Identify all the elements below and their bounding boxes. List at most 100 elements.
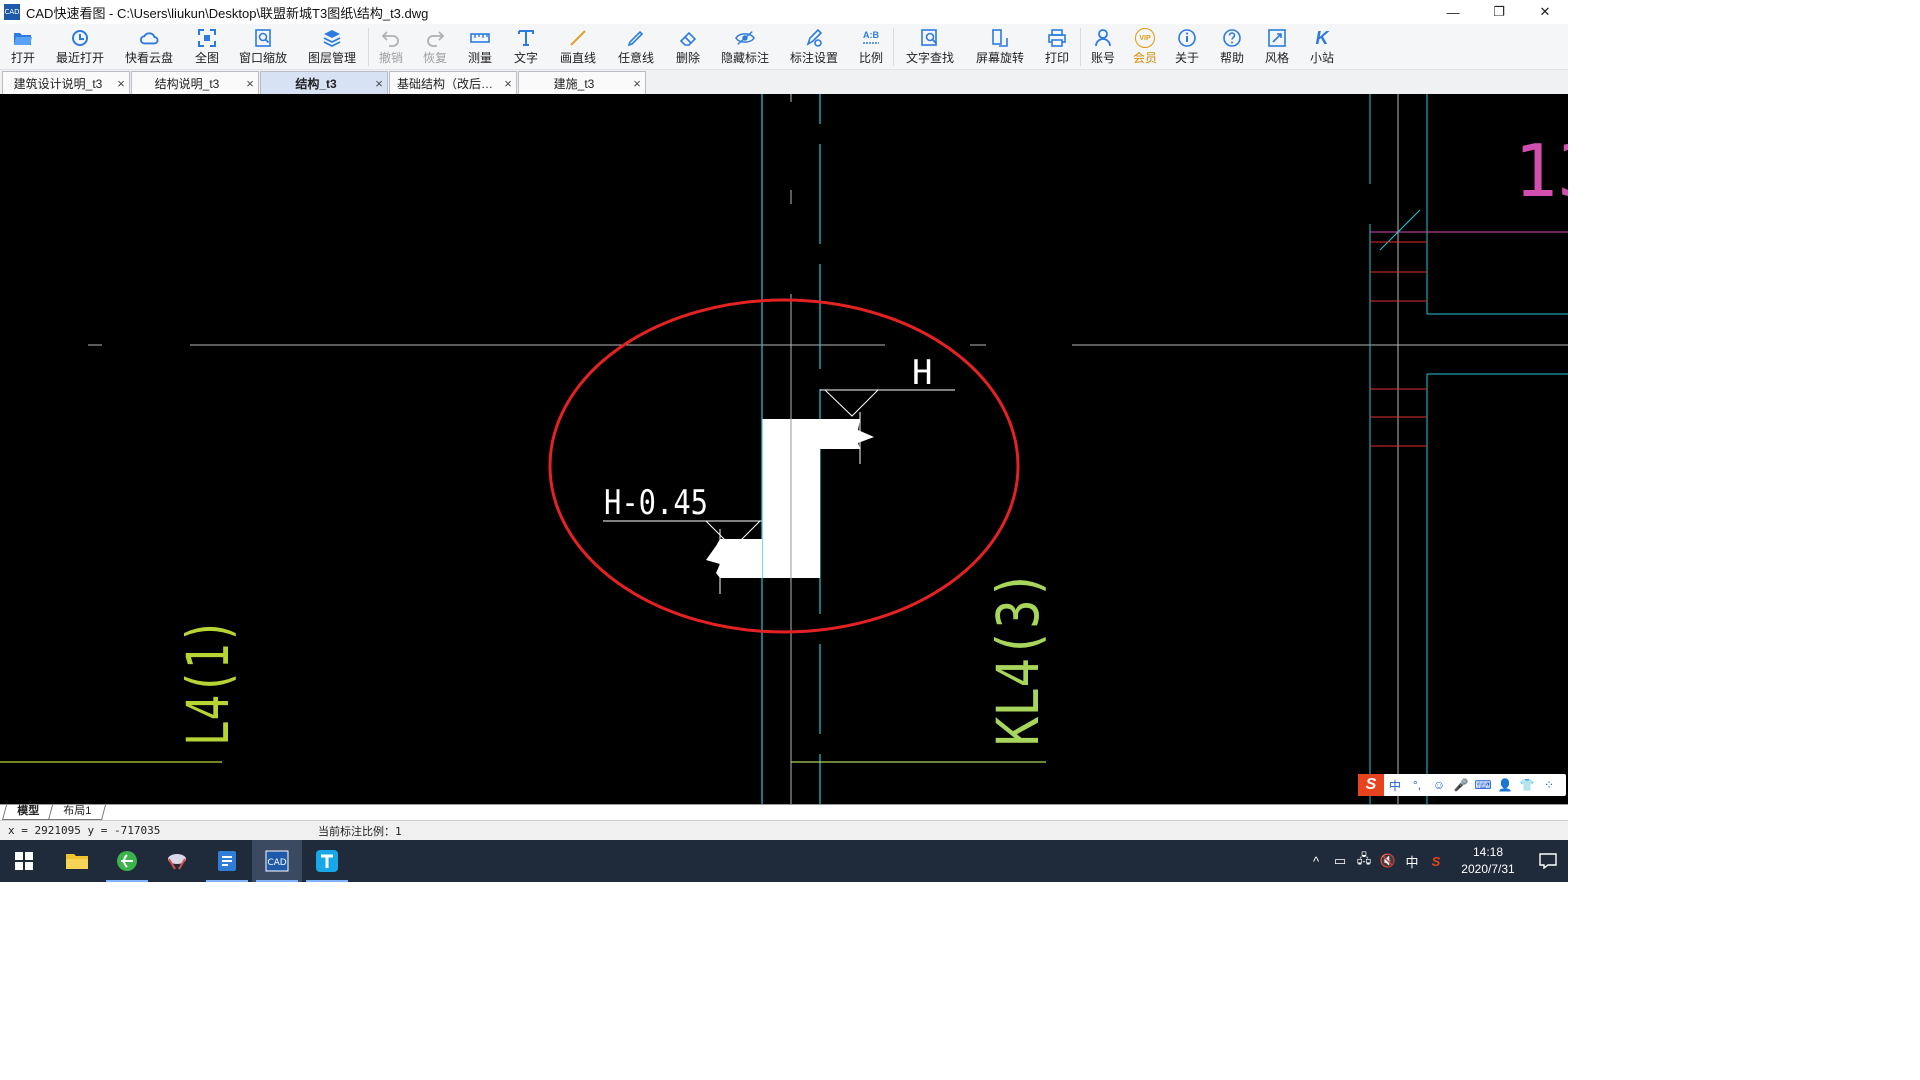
delete-button[interactable]: 删除 [665, 24, 711, 70]
axis-number-label: 13 [1514, 129, 1568, 213]
ime-user-icon[interactable]: 👤 [1494, 778, 1516, 792]
tab-close-icon[interactable]: × [242, 76, 258, 91]
cursor-coordinates: x = 2921095 y = -717035 [8, 824, 161, 837]
ime-punctuation-toggle[interactable]: °, [1406, 778, 1428, 792]
document-app-icon [218, 851, 236, 871]
elevation-label-bottom: H-0.45 [604, 483, 708, 523]
annotation-settings-icon [804, 28, 824, 48]
vip-icon: VIP [1135, 28, 1155, 48]
recent-open-button[interactable]: 最近打开 [46, 24, 114, 70]
user-icon [1093, 28, 1113, 48]
ime-skin-icon[interactable]: 👕 [1516, 778, 1538, 792]
tab-layout1[interactable]: 布局1 [47, 805, 107, 820]
ime-menu-icon[interactable]: ⁘ [1538, 778, 1560, 792]
file-explorer-icon [66, 854, 88, 869]
ime-toolbar[interactable]: S 中 °, ☺ 🎤 ⌨ 👤 👕 ⁘ [1358, 774, 1566, 796]
fit-view-button[interactable]: 全图 [184, 24, 230, 70]
text-search-icon [920, 28, 940, 48]
battery-icon[interactable]: ▭ [1328, 853, 1352, 869]
cad-drawing[interactable]: H H-0.45 L4(1) KL4(3) 1 [0, 94, 1568, 804]
about-button[interactable]: 关于 [1165, 24, 1209, 70]
tab-close-icon[interactable]: × [629, 76, 645, 91]
rotate-screen-button[interactable]: 屏幕旋转 [966, 24, 1034, 70]
measure-button[interactable]: 测量 [457, 24, 503, 70]
tab-structure[interactable]: 结构_t3 × [260, 71, 388, 94]
taskbar-browser[interactable] [102, 840, 152, 882]
input-language-indicator[interactable]: 中 [1400, 852, 1424, 871]
tab-construction[interactable]: 建施_t3 × [518, 71, 646, 94]
minimize-button[interactable]: — [1430, 0, 1476, 24]
layout-tabs: 模型 布局1 [0, 804, 1568, 820]
window-controls: — ❐ ✕ [1430, 0, 1568, 24]
window-zoom-button[interactable]: 窗口缩放 [230, 24, 296, 70]
ruler-icon [470, 28, 490, 48]
taskbar-network-tool[interactable] [152, 840, 202, 882]
tab-close-icon[interactable]: × [371, 76, 387, 91]
text-search-button[interactable]: 文字查找 [894, 24, 966, 70]
window-zoom-icon [253, 28, 273, 48]
text-button[interactable]: 文字 [503, 24, 549, 70]
window-title: CAD快速看图 - C:\Users\liukun\Desktop\联盟新城T3… [26, 5, 429, 21]
vip-button[interactable]: VIP 会员 [1125, 24, 1165, 70]
restore-button[interactable]: ❐ [1476, 0, 1522, 24]
title-bar: CAD CAD快速看图 - C:\Users\liukun\Desktop\联盟… [0, 0, 1568, 24]
browser-icon [117, 851, 137, 871]
station-button[interactable]: K 小站 [1299, 24, 1345, 70]
cloud-icon [139, 28, 159, 48]
ime-language-toggle[interactable]: 中 [1384, 777, 1406, 794]
draw-line-button[interactable]: 画直线 [549, 24, 607, 70]
folder-open-icon [13, 28, 33, 48]
undo-button[interactable]: 撤销 [369, 24, 413, 70]
tab-close-icon[interactable]: × [500, 76, 516, 91]
drawing-canvas[interactable]: H H-0.45 L4(1) KL4(3) 1 S 中 °, ☺ 🎤 ⌨ 👤 👕… [0, 94, 1568, 804]
main-toolbar: 打开 最近打开 快看云盘 全图 窗口缩放 图层管理 撤销 恢复 测量 文字 画直… [0, 24, 1568, 70]
layers-icon [322, 28, 342, 48]
open-button[interactable]: 打开 [0, 24, 46, 70]
network-tool-icon [168, 854, 186, 870]
history-icon [70, 28, 90, 48]
freehand-button[interactable]: 任意线 [607, 24, 665, 70]
close-button[interactable]: ✕ [1522, 0, 1568, 24]
annotation-settings-button[interactable]: 标注设置 [779, 24, 849, 70]
tab-architecture-notes[interactable]: 建筑设计说明_t3 × [2, 71, 130, 94]
notification-center-button[interactable] [1528, 853, 1568, 869]
show-hidden-icons-icon[interactable]: ^ [1304, 854, 1328, 869]
info-icon [1177, 28, 1197, 48]
taskbar-file-explorer[interactable] [52, 840, 102, 882]
volume-muted-icon[interactable]: 🔇 [1376, 853, 1400, 869]
ime-voice-icon[interactable]: 🎤 [1450, 778, 1472, 792]
taskbar-document-app[interactable] [202, 840, 252, 882]
style-icon [1267, 28, 1287, 48]
taskbar-cad-viewer[interactable]: CAD [252, 840, 302, 882]
beam-label-right: KL4(3) [984, 570, 1052, 746]
tab-model[interactable]: 模型 [1, 805, 55, 820]
start-button[interactable] [0, 840, 48, 882]
layer-manager-button[interactable]: 图层管理 [296, 24, 368, 70]
clock[interactable]: 14:18 2020/7/31 [1448, 844, 1528, 878]
text-icon [516, 28, 536, 48]
cloud-drive-button[interactable]: 快看云盘 [114, 24, 184, 70]
print-button[interactable]: 打印 [1034, 24, 1080, 70]
redo-button[interactable]: 恢复 [413, 24, 457, 70]
account-button[interactable]: 账号 [1081, 24, 1125, 70]
tab-structure-notes[interactable]: 结构说明_t3 × [131, 71, 259, 94]
tab-close-icon[interactable]: × [113, 76, 129, 91]
hide-annotation-button[interactable]: 隐藏标注 [711, 24, 779, 70]
style-button[interactable]: 风格 [1255, 24, 1299, 70]
help-button[interactable]: 帮助 [1209, 24, 1255, 70]
beam-label-left: L4(1) [174, 618, 242, 746]
sogou-tray-icon[interactable]: S [1424, 854, 1448, 869]
status-bar: x = 2921095 y = -717035 当前标注比例：1 [0, 820, 1568, 840]
network-icon[interactable]: 🖧 [1352, 850, 1376, 872]
eraser-icon [678, 28, 698, 48]
document-tabs: 建筑设计说明_t3 × 结构说明_t3 × 结构_t3 × 基础结构（改后… ×… [0, 70, 1568, 94]
taskbar-t-app[interactable] [302, 840, 352, 882]
tab-foundation-structure[interactable]: 基础结构（改后… × [389, 71, 517, 94]
annotation-scale-status: 当前标注比例：1 [318, 824, 402, 838]
ime-keyboard-icon[interactable]: ⌨ [1472, 778, 1494, 792]
line-icon [568, 28, 588, 48]
sogou-logo-icon[interactable]: S [1358, 774, 1384, 796]
ime-emoji-icon[interactable]: ☺ [1428, 778, 1450, 792]
scale-button[interactable]: A:B 比例 [849, 24, 893, 70]
elevation-marker-top [820, 389, 955, 417]
